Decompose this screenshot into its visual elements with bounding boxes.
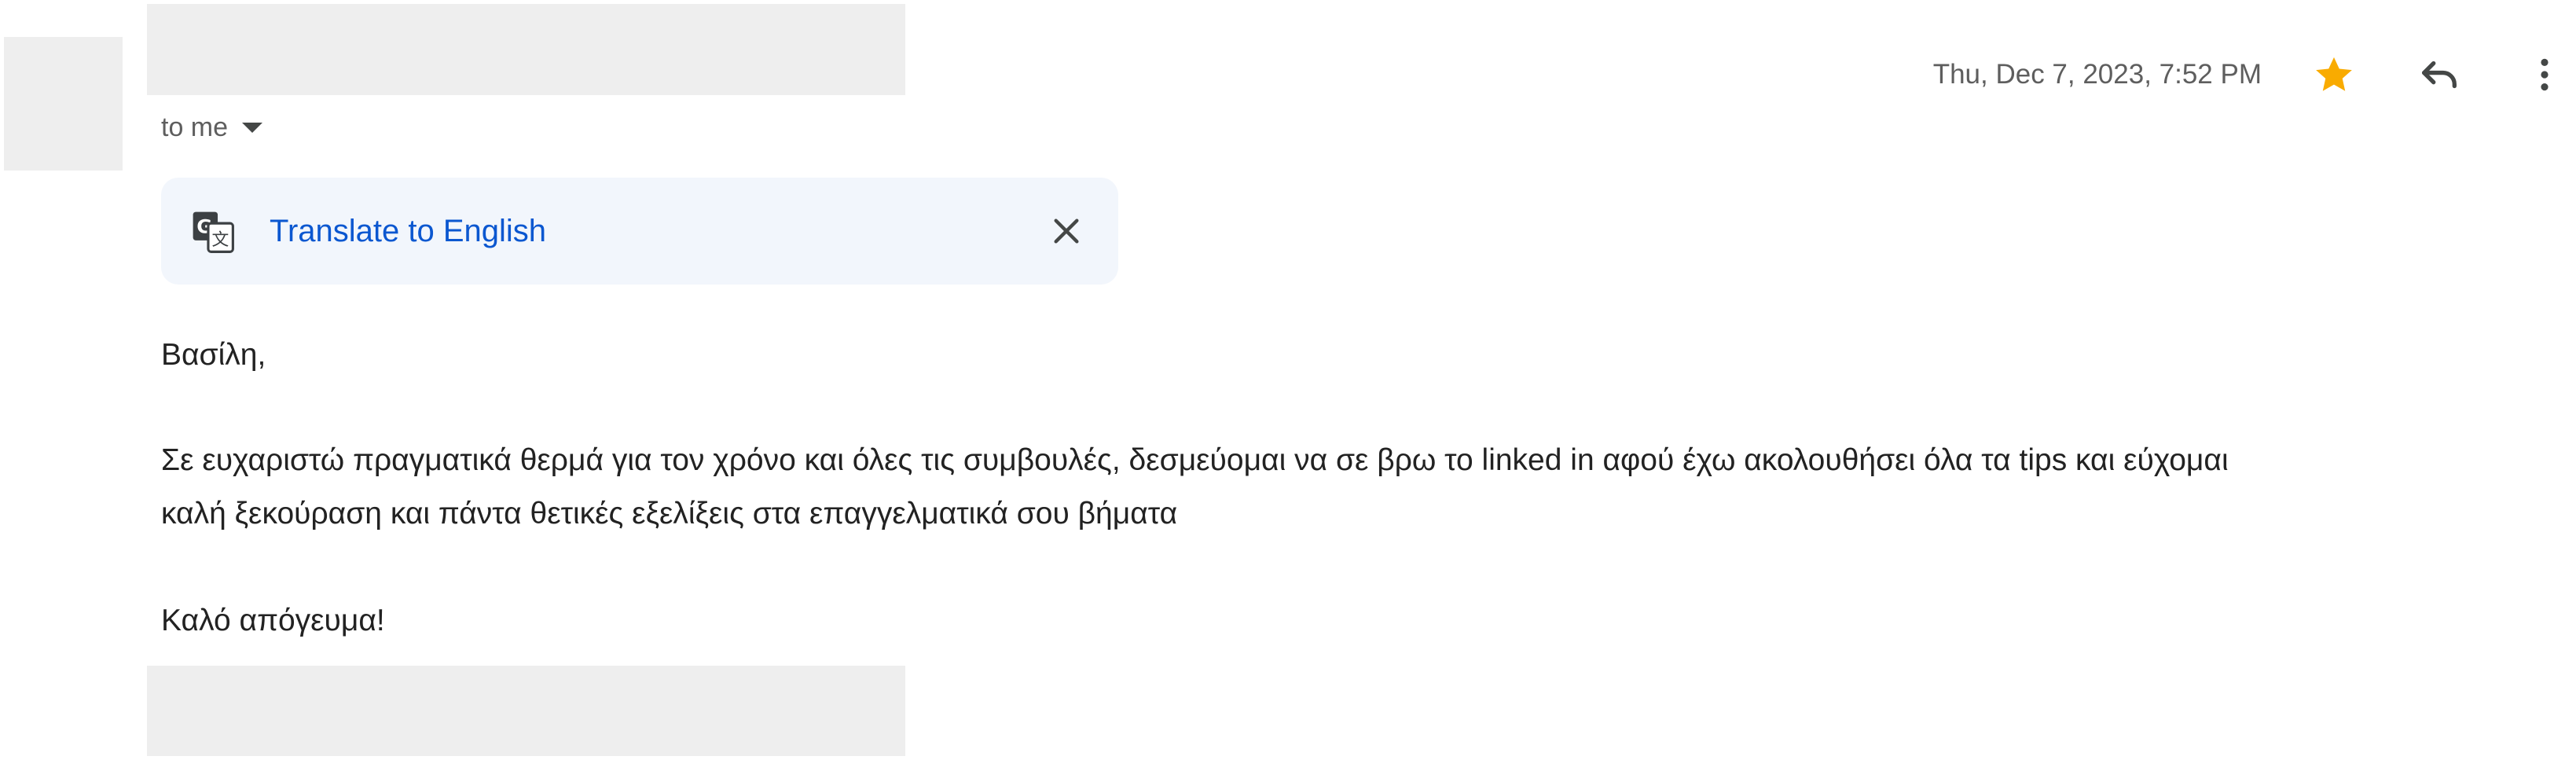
- svg-text:文: 文: [212, 230, 229, 250]
- signature-redacted: [147, 666, 905, 756]
- email-date: Thu, Dec 7, 2023, 7:52 PM: [1932, 59, 2262, 90]
- close-icon: [1054, 218, 1079, 244]
- recipient-details-toggle[interactable]: to me: [161, 110, 263, 145]
- email-paragraph-line-1: Σε ευχαριστώ πραγματικά θερμά για τον χρ…: [161, 443, 2229, 477]
- email-meta-toolbar: Thu, Dec 7, 2023, 7:52 PM: [1933, 39, 2576, 110]
- email-greeting: Βασίλη,: [161, 338, 266, 372]
- email-paragraph-line-2: καλή ξεκούραση και πάντα θετικές εξελίξε…: [161, 497, 1178, 531]
- sender-avatar: [4, 37, 123, 171]
- more-vert-icon: [2541, 58, 2548, 91]
- recipient-label: to me: [161, 112, 229, 142]
- reply-icon: [2422, 61, 2457, 89]
- caret-down-icon: [242, 122, 263, 133]
- translate-icon: G 文: [193, 211, 234, 253]
- close-translate-button[interactable]: [1038, 203, 1095, 259]
- more-options-button[interactable]: [2513, 43, 2576, 106]
- reply-button[interactable]: [2408, 43, 2471, 106]
- star-icon: [2316, 57, 2352, 91]
- sender-name-redacted: [147, 4, 905, 95]
- translate-to-english-link[interactable]: Translate to English: [270, 178, 546, 285]
- star-button[interactable]: [2303, 43, 2365, 106]
- email-closing: Καλό απόγευμα!: [161, 604, 385, 637]
- translate-banner: G 文 Translate to English: [161, 178, 1118, 285]
